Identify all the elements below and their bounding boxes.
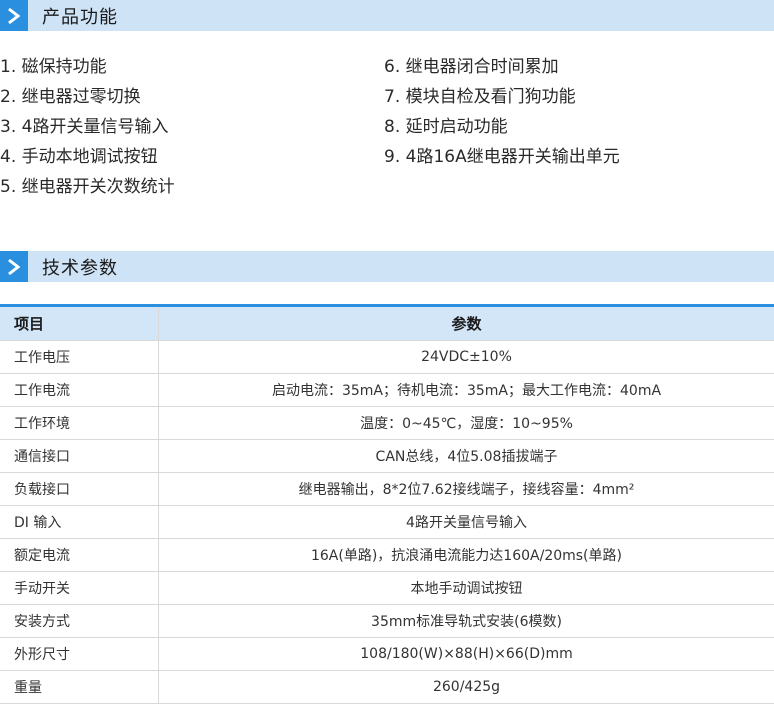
- table-row: 通信接口 CAN总线，4位5.08插拔端子: [0, 439, 774, 473]
- row-label: 额定电流: [0, 538, 159, 572]
- section-title-params: 技术参数: [42, 257, 118, 279]
- table-row: 工作环境 温度：0~45℃，湿度：10~95%: [0, 406, 774, 440]
- row-value: 启动电流：35mA；待机电流：35mA；最大工作电流：40mA: [158, 373, 774, 407]
- params-table-container: 项目 参数 工作电压 24VDC±10% 工作电流 启动电流：35mA；待机电流：35…: [0, 304, 774, 706]
- table-row: 重量 260/425g: [0, 670, 774, 704]
- row-label: 负载接口: [0, 472, 159, 506]
- row-label: 手动开关: [0, 571, 159, 605]
- row-label: 工作电压: [0, 340, 159, 374]
- table-header-row: 项目 参数: [0, 307, 774, 341]
- feature-item: 7. 模块自检及看门狗功能: [384, 87, 576, 107]
- table-row: 工作电流 启动电流：35mA；待机电流：35mA；最大工作电流：40mA: [0, 373, 774, 407]
- row-value: 16A(单路)，抗浪涌电流能力达160A/20ms(单路): [158, 538, 774, 572]
- feature-item: 5. 继电器开关次数统计: [0, 177, 175, 197]
- params-table: 项目 参数 工作电压 24VDC±10% 工作电流 启动电流：35mA；待机电流：35…: [0, 307, 774, 704]
- table-row: 手动开关 本地手动调试按钮: [0, 571, 774, 605]
- column-header-item: 项目: [0, 307, 159, 341]
- section-title-features: 产品功能: [42, 6, 118, 28]
- row-label: 安装方式: [0, 604, 159, 638]
- chevron-right-icon: [0, 0, 28, 31]
- row-value: 260/425g: [158, 670, 774, 704]
- feature-item: 4. 手动本地调试按钮: [0, 147, 158, 167]
- chevron-right-icon: [0, 251, 28, 282]
- row-value: 继电器输出，8*2位7.62接线端子，接线容量：4mm²: [158, 472, 774, 506]
- row-label: 外形尺寸: [0, 637, 159, 671]
- table-row: 工作电压 24VDC±10%: [0, 340, 774, 374]
- table-row: 安装方式 35mm标准导轨式安装(6模数): [0, 604, 774, 638]
- row-label: 通信接口: [0, 439, 159, 473]
- table-row: 负载接口 继电器输出，8*2位7.62接线端子，接线容量：4mm²: [0, 472, 774, 506]
- row-label: 工作环境: [0, 406, 159, 440]
- feature-column-left: 1. 磁保持功能 2. 继电器过零切换 3. 4路开关量信号输入 4. 手动本地…: [0, 52, 175, 202]
- row-label: DI 输入: [0, 505, 159, 539]
- table-row: 外形尺寸 108/180(W)×88(H)×66(D)mm: [0, 637, 774, 671]
- feature-item: 3. 4路开关量信号输入: [0, 117, 169, 137]
- feature-column-right: 6. 继电器闭合时间累加 7. 模块自检及看门狗功能 8. 延时启动功能 9. …: [384, 52, 620, 172]
- feature-item: 6. 继电器闭合时间累加: [384, 57, 559, 77]
- feature-item: 9. 4路16A继电器开关输出单元: [384, 147, 620, 167]
- feature-item: 1. 磁保持功能: [0, 57, 107, 77]
- section-header-features: 产品功能: [0, 0, 774, 31]
- row-value: 4路开关量信号输入: [158, 505, 774, 539]
- row-value: CAN总线，4位5.08插拔端子: [158, 439, 774, 473]
- section-header-params: 技术参数: [0, 251, 774, 282]
- row-label: 工作电流: [0, 373, 159, 407]
- row-value: 35mm标准导轨式安装(6模数): [158, 604, 774, 638]
- feature-item: 8. 延时启动功能: [384, 117, 508, 137]
- row-value: 温度：0~45℃，湿度：10~95%: [158, 406, 774, 440]
- feature-list: 1. 磁保持功能 2. 继电器过零切换 3. 4路开关量信号输入 4. 手动本地…: [0, 52, 774, 202]
- page: 产品功能 1. 磁保持功能 2. 继电器过零切换 3. 4路开关量信号输入 4.…: [0, 0, 774, 706]
- row-label: 重量: [0, 670, 159, 704]
- table-row: DI 输入 4路开关量信号输入: [0, 505, 774, 539]
- row-value: 24VDC±10%: [158, 340, 774, 374]
- column-header-param: 参数: [158, 307, 774, 341]
- feature-item: 2. 继电器过零切换: [0, 87, 141, 107]
- row-value: 108/180(W)×88(H)×66(D)mm: [158, 637, 774, 671]
- table-row: 额定电流 16A(单路)，抗浪涌电流能力达160A/20ms(单路): [0, 538, 774, 572]
- row-value: 本地手动调试按钮: [158, 571, 774, 605]
